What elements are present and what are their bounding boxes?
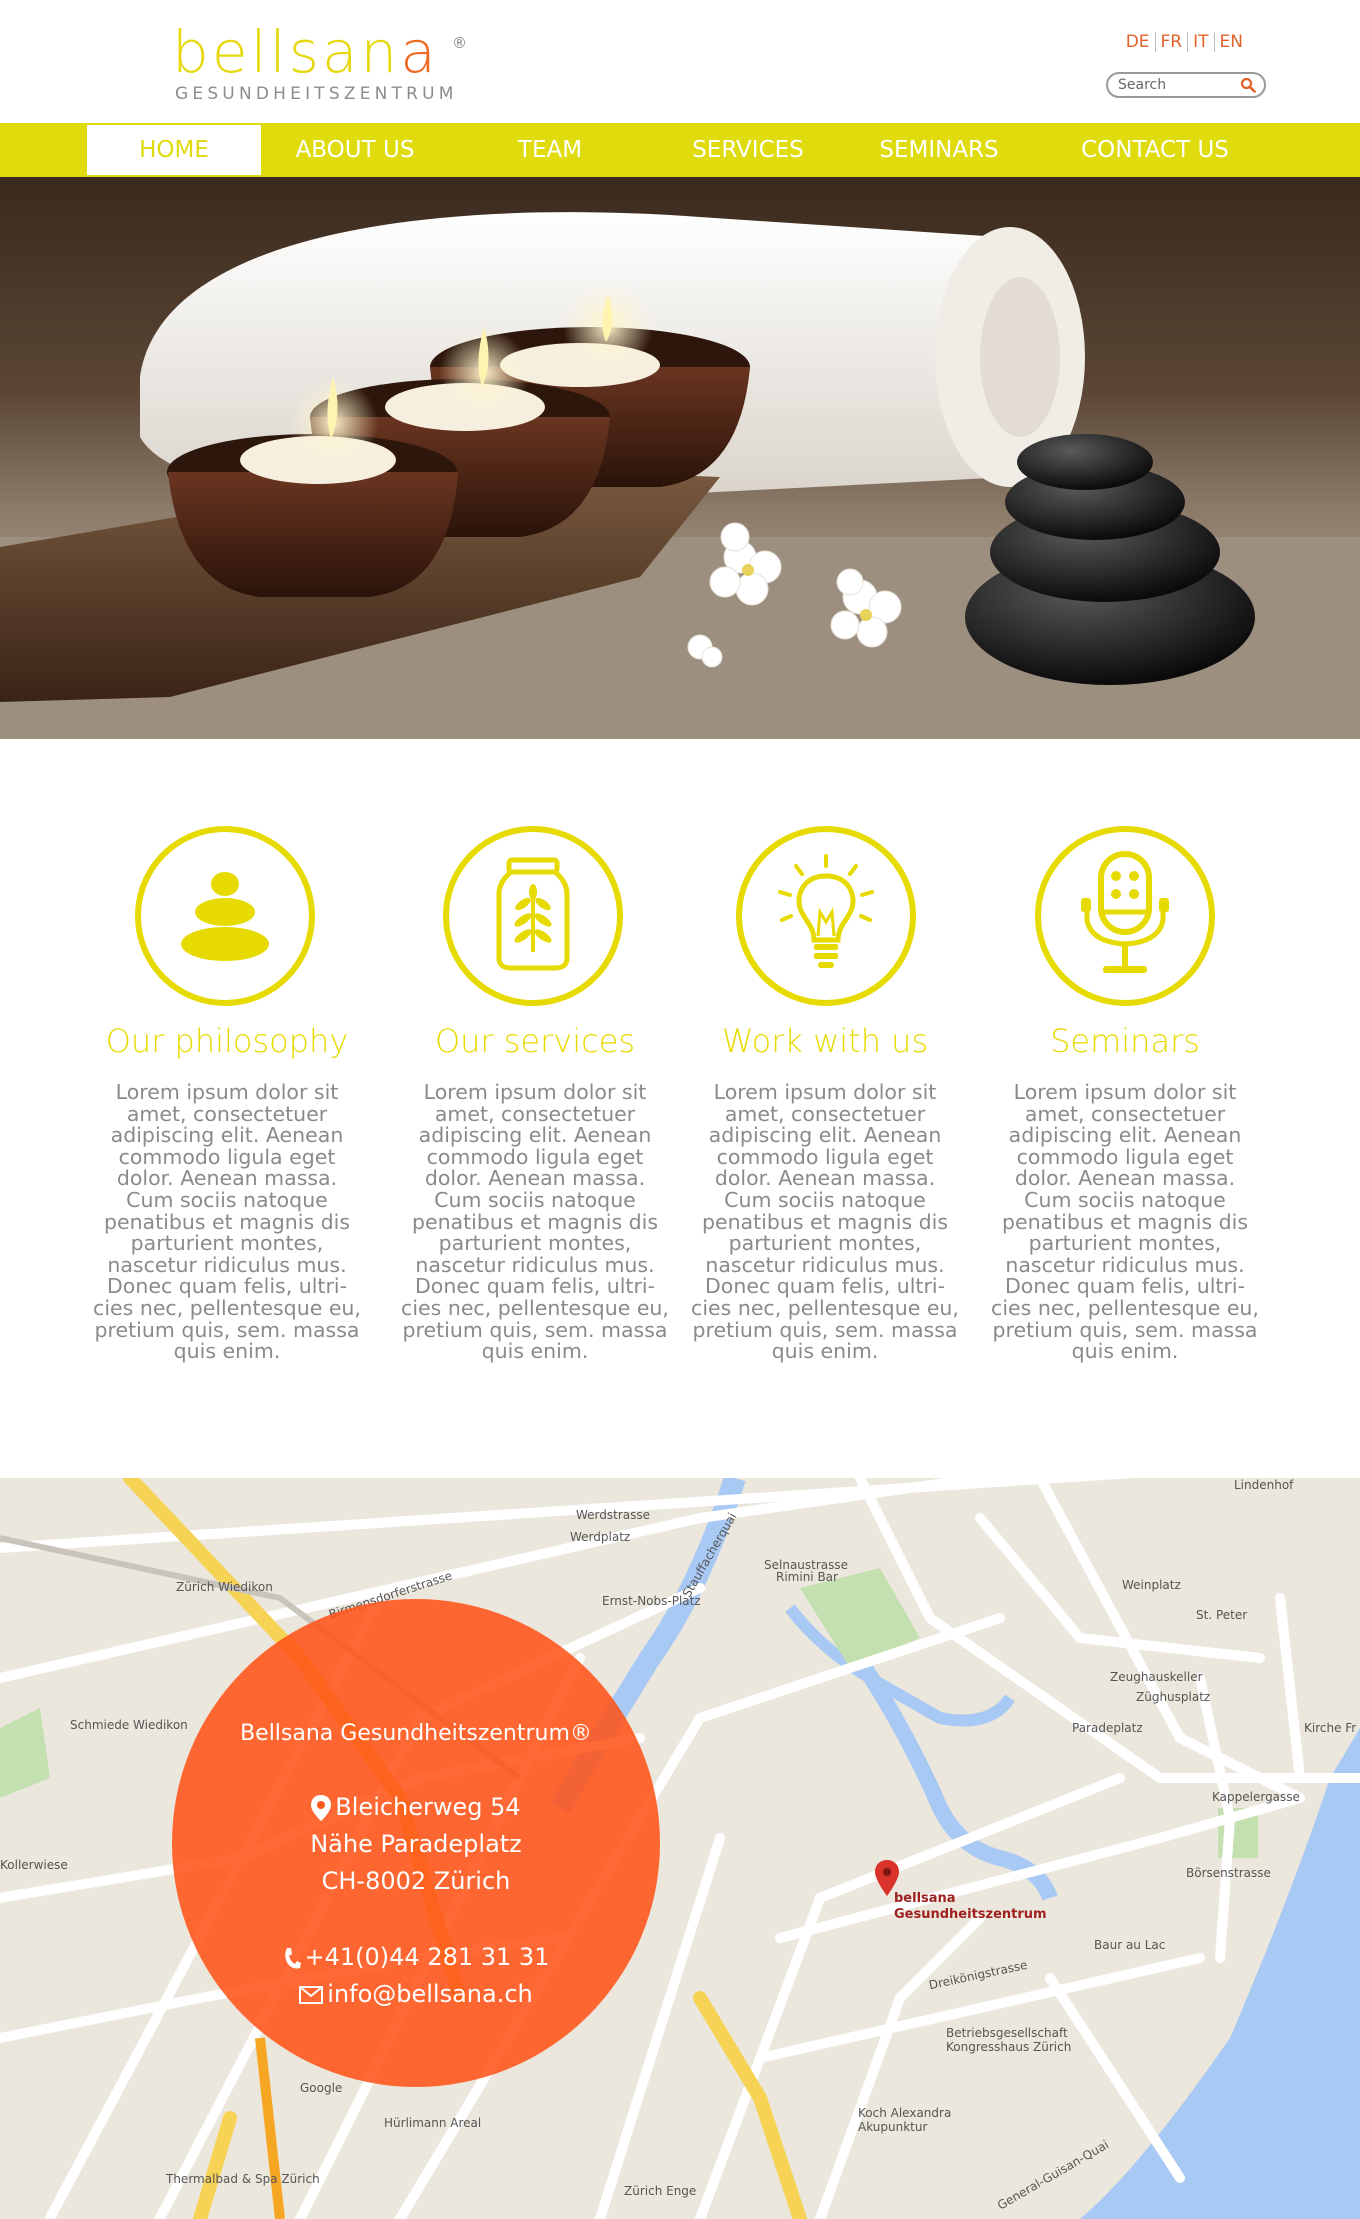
contact-phone[interactable]: +41(0)44 281 31 31 — [305, 1943, 550, 1971]
map-label: Werdstrasse — [576, 1508, 651, 1522]
bellsana-logo[interactable]: bellsana ® GESUNDHEITSZENTRUM — [172, 20, 492, 110]
search-box — [1106, 72, 1266, 98]
nav-team[interactable]: TEAM — [470, 123, 630, 177]
phone-icon — [284, 1948, 301, 1969]
contact-address: Bleicherweg 54 Nähe Paradeplatz CH-8002 … — [172, 1789, 660, 1900]
contact-email[interactable]: info@bellsana.ch — [327, 1980, 533, 2008]
map-label: Werdplatz — [570, 1530, 631, 1544]
feature-circle[interactable] — [135, 826, 315, 1006]
map-label: Baur au Lac — [1094, 1938, 1166, 1952]
map-label: Kappelergasse — [1212, 1790, 1300, 1804]
search-icon[interactable] — [1240, 77, 1256, 93]
logo-subtitle: GESUNDHEITSZENTRUM — [175, 84, 458, 104]
map-label: Züghusplatz — [1136, 1690, 1211, 1704]
nav-home[interactable]: HOME — [87, 125, 261, 175]
feature-description: Lorem ipsum dolor sit amet, consectetuer… — [691, 1080, 959, 1364]
herb-jar-icon — [496, 857, 570, 971]
map-label: Zeughauskeller — [1110, 1670, 1203, 1684]
feature-circle[interactable] — [443, 826, 623, 1006]
map-label: Koch Alexandra Akupunktur — [858, 2106, 952, 2134]
map-label: St. Peter — [1196, 1608, 1248, 1622]
lightbulb-icon — [778, 854, 874, 968]
map-label: Rimini Bar — [776, 1570, 838, 1584]
address-line: Bleicherweg 54 — [335, 1793, 521, 1821]
main-navigation: HOME ABOUT US TEAM SERVICES SEMINARS CON… — [0, 123, 1360, 177]
map-label: Betriebsgesellschaft Kongresshaus Zürich — [946, 2026, 1072, 2054]
lang-en-link[interactable]: EN — [1215, 32, 1248, 52]
map-label: Zürich Enge — [624, 2184, 697, 2198]
spa-scene-illustration — [0, 212, 1360, 739]
location-pin-icon — [311, 1795, 332, 1821]
feature-title[interactable]: Our services — [400, 1022, 670, 1060]
feature-circle[interactable] — [1035, 826, 1215, 1006]
registered-mark: ® — [452, 34, 467, 52]
nav-about-us[interactable]: ABOUT US — [270, 123, 440, 177]
map-label: Hürlimann Areal — [384, 2116, 482, 2130]
contact-overlay: Bellsana Gesundheitszentrum® Bleicherweg… — [172, 1599, 660, 2087]
logo-wordmark: bellsana — [172, 18, 439, 86]
map-label: Börsenstrasse — [1186, 1866, 1271, 1880]
hero-spa-image — [0, 177, 1360, 739]
map-label: Kollerwiese — [0, 1858, 68, 1872]
lang-fr-link[interactable]: FR — [1156, 32, 1189, 52]
map-label: Google — [300, 2081, 343, 2095]
nav-contact-us[interactable]: CONTACT US — [1070, 123, 1240, 177]
map-label: Paradeplatz — [1072, 1721, 1143, 1735]
language-switcher: DE FR IT EN — [1121, 32, 1248, 52]
map-label: Zürich Wiedikon — [176, 1580, 273, 1594]
feature-circle[interactable] — [736, 826, 916, 1006]
map-label: Weinplatz — [1122, 1578, 1181, 1592]
stacked-stones-icon — [181, 872, 269, 961]
feature-description: Lorem ipsum dolor sit amet, consectetuer… — [991, 1080, 1259, 1364]
feature-title[interactable]: Seminars — [990, 1022, 1260, 1060]
feature-description: Lorem ipsum dolor sit amet, consectetuer… — [401, 1080, 669, 1364]
feature-description: Lorem ipsum dolor sit amet, consectetuer… — [93, 1080, 361, 1364]
map-label: Thermalbad & Spa Zürich — [166, 2172, 320, 2186]
site-header: bellsana ® GESUNDHEITSZENTRUM DE FR IT E… — [0, 0, 1360, 123]
map-label: Schmiede Wiedikon — [70, 1718, 188, 1732]
map-label: Lindenhof — [1234, 1478, 1294, 1492]
feature-title[interactable]: Work with us — [690, 1022, 960, 1060]
search-input[interactable] — [1118, 76, 1236, 94]
contact-details: +41(0)44 281 31 31 info@bellsana.ch — [172, 1939, 660, 2013]
nav-services[interactable]: SERVICES — [670, 123, 826, 177]
lang-it-link[interactable]: IT — [1188, 32, 1215, 52]
address-line: CH-8002 Zürich — [321, 1867, 511, 1895]
lang-de-link[interactable]: DE — [1121, 32, 1156, 52]
contact-title: Bellsana Gesundheitszentrum® — [240, 1721, 592, 1746]
mail-icon — [299, 1986, 324, 2004]
address-line: Nähe Paradeplatz — [310, 1830, 522, 1858]
feature-title[interactable]: Our philosophy — [92, 1022, 362, 1060]
microphone-icon — [1081, 851, 1169, 973]
nav-seminars[interactable]: SEMINARS — [858, 123, 1020, 177]
map-marker-label: bellsana Gesundheitszentrum — [894, 1891, 1047, 1922]
map-label: Kirche Fr — [1304, 1721, 1357, 1735]
